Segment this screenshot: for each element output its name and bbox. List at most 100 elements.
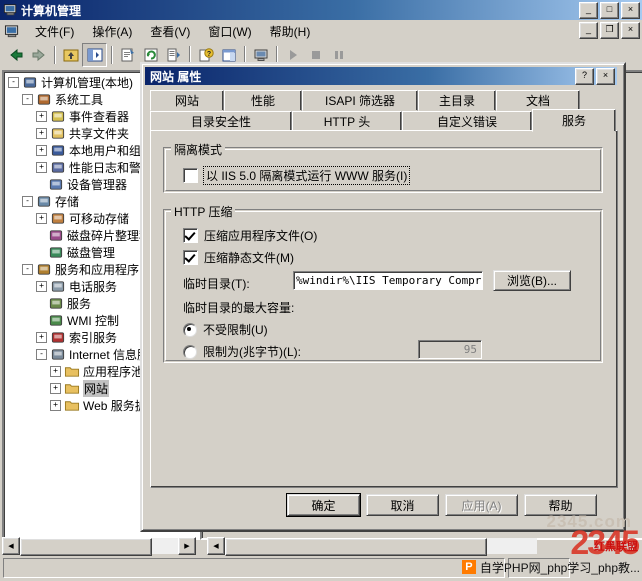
menu-item-help[interactable]: 帮助(H) — [261, 21, 320, 42]
wmi-control-icon — [49, 315, 63, 326]
tree-node-label[interactable]: 计算机管理(本地) — [41, 74, 133, 91]
unlimited-radio[interactable] — [183, 322, 197, 337]
tree-node-label[interactable]: WMI 控制 — [67, 312, 119, 329]
tree-collapse-icon[interactable]: - — [36, 349, 47, 360]
tree-expand-icon[interactable]: + — [36, 213, 47, 224]
mdi-window-controls: _ ❐ × — [579, 22, 640, 39]
compress-app-files-label[interactable]: 压缩应用程序文件(O) — [204, 227, 317, 244]
scrollbar-track[interactable] — [20, 538, 178, 556]
scrollbar-thumb[interactable] — [225, 538, 487, 556]
tab-1[interactable]: 网站 — [150, 90, 224, 111]
maximize-button[interactable]: □ — [600, 2, 619, 19]
tree-node-label[interactable]: 磁盘管理 — [67, 244, 115, 261]
tree-node-label[interactable]: 存储 — [55, 193, 79, 210]
list-horizontal-scrollbar[interactable]: ◀ — [207, 537, 537, 556]
menu-item-window[interactable]: 窗口(W) — [199, 21, 260, 42]
tree-expand-icon[interactable]: + — [50, 383, 61, 394]
tree-collapse-icon[interactable]: - — [22, 196, 33, 207]
tree-expand-icon[interactable]: + — [36, 128, 47, 139]
compress-app-files-row[interactable]: 压缩应用程序文件(O) — [183, 227, 317, 244]
tree-expand-icon[interactable]: + — [50, 366, 61, 377]
tree-node-label[interactable]: 索引服务 — [69, 329, 117, 346]
tab-2[interactable]: 性能 — [224, 90, 302, 111]
disk-defragmenter-icon — [49, 230, 63, 241]
limited-radio[interactable] — [183, 344, 197, 359]
tab-2[interactable]: HTTP 头 — [292, 111, 402, 132]
show-hide-tree-icon[interactable] — [82, 43, 107, 67]
mdi-close-button[interactable]: × — [621, 22, 640, 39]
dialog-button-1[interactable]: 确定 — [287, 494, 360, 516]
limit-megabytes-input[interactable]: 95 — [418, 340, 482, 359]
scroll-left-button[interactable]: ◀ — [207, 537, 225, 555]
tree-node-label[interactable]: 电话服务 — [69, 278, 117, 295]
dialog-button-2[interactable]: 取消 — [366, 494, 439, 516]
dialog-close-button[interactable]: × — [596, 68, 615, 85]
tree-expand-icon[interactable]: + — [36, 145, 47, 156]
limited-radio-row[interactable]: 限制为(兆字节)(L): — [183, 343, 301, 360]
tree-node-label[interactable]: 服务和应用程序 — [55, 261, 139, 278]
tab-5[interactable]: 文档 — [496, 90, 580, 111]
compress-static-files-label[interactable]: 压缩静态文件(M) — [204, 249, 294, 266]
scroll-left-button[interactable]: ◀ — [2, 537, 20, 555]
temp-directory-input[interactable]: %windir%\IIS Temporary Compres — [293, 271, 483, 290]
services-tab-page: 隔离模式 以 IIS 5.0 隔离模式运行 WWW 服务(I) HTTP 压缩 … — [150, 130, 618, 488]
forward-icon[interactable] — [27, 44, 50, 66]
tree-expand-icon[interactable]: + — [36, 281, 47, 292]
compress-static-files-row[interactable]: 压缩静态文件(M) — [183, 249, 294, 266]
dialog-button-4[interactable]: 帮助 — [524, 494, 597, 516]
back-icon[interactable] — [4, 44, 27, 66]
tab-3[interactable]: ISAPI 筛选器 — [302, 90, 418, 111]
tree-node-label[interactable]: 服务 — [67, 295, 91, 312]
properties-icon[interactable] — [116, 44, 139, 66]
minimize-button[interactable]: _ — [579, 2, 598, 19]
iis5-isolation-label[interactable]: 以 IIS 5.0 隔离模式运行 WWW 服务(I) — [202, 166, 411, 185]
mdi-minimize-button[interactable]: _ — [579, 22, 598, 39]
tree-node-label[interactable]: 共享文件夹 — [69, 125, 129, 142]
menu-item-file[interactable]: 文件(F) — [26, 21, 83, 42]
tab-4[interactable]: 主目录 — [418, 90, 496, 111]
tree-node-label[interactable]: 事件查看器 — [69, 108, 129, 125]
up-one-level-icon[interactable] — [59, 44, 82, 66]
tree-node-label[interactable]: 系统工具 — [55, 91, 103, 108]
computer-management-window: 计算机管理 _ □ × 文件(F) 操作(A) 查看(V) 窗口(W) 帮助(H… — [0, 0, 642, 581]
compress-app-files-checkbox[interactable] — [183, 228, 198, 243]
tree-node-label[interactable]: 本地用户和组 — [69, 142, 141, 159]
watermark-red-text: 红黑联盟 — [594, 541, 638, 553]
scroll-right-button[interactable]: ▶ — [178, 537, 196, 555]
tree-node-label[interactable]: 可移动存储 — [69, 210, 129, 227]
unlimited-radio-row[interactable]: 不受限制(U) — [183, 321, 268, 338]
browse-button[interactable]: 浏览(B)... — [493, 270, 571, 291]
tab-1[interactable]: 目录安全性 — [150, 111, 292, 132]
mdi-restore-button[interactable]: ❐ — [600, 22, 619, 39]
tree-expand-icon[interactable]: + — [36, 111, 47, 122]
compress-static-files-checkbox[interactable] — [183, 250, 198, 265]
max-size-label: 临时目录的最大容量: — [183, 301, 295, 315]
tab-3[interactable]: 自定义错误 — [402, 111, 532, 132]
tree-expand-icon[interactable]: + — [50, 400, 61, 411]
scrollbar-thumb[interactable] — [20, 538, 152, 556]
tree-collapse-icon[interactable]: - — [22, 264, 33, 275]
tab-4-active[interactable]: 服务 — [532, 109, 616, 132]
iis5-isolation-checkbox[interactable] — [183, 168, 198, 183]
menu-bar: 文件(F) 操作(A) 查看(V) 窗口(W) 帮助(H) _ ❐ × — [0, 20, 642, 43]
scrollbar-track[interactable] — [225, 538, 537, 556]
tree-expand-icon[interactable]: + — [36, 332, 47, 343]
close-button[interactable]: × — [621, 2, 640, 19]
tree-node-label[interactable]: 设备管理器 — [67, 176, 127, 193]
dialog-help-button[interactable]: ? — [575, 68, 594, 85]
tree-node-label[interactable]: 网站 — [83, 380, 110, 397]
isolation-mode-legend: 隔离模式 — [171, 141, 226, 158]
iis5-isolation-checkbox-row[interactable]: 以 IIS 5.0 隔离模式运行 WWW 服务(I) — [183, 166, 411, 185]
folder-icon — [64, 384, 80, 394]
tree-expand-icon[interactable]: + — [36, 162, 47, 173]
limited-radio-label[interactable]: 限制为(兆字节)(L): — [203, 343, 301, 360]
watermark-taskbar: P 自学PHP网_php学习_php教... — [461, 556, 642, 578]
tree-horizontal-scrollbar[interactable]: ◀ ▶ — [2, 537, 196, 556]
menu-item-action[interactable]: 操作(A) — [83, 21, 141, 42]
unlimited-radio-label[interactable]: 不受限制(U) — [203, 321, 268, 338]
tree-collapse-icon[interactable]: - — [22, 94, 33, 105]
tree-collapse-icon[interactable]: - — [8, 77, 19, 88]
shared-folders-icon — [51, 128, 65, 139]
menu-item-view[interactable]: 查看(V) — [141, 21, 199, 42]
tree-node-label[interactable]: 应用程序池 — [83, 363, 143, 380]
